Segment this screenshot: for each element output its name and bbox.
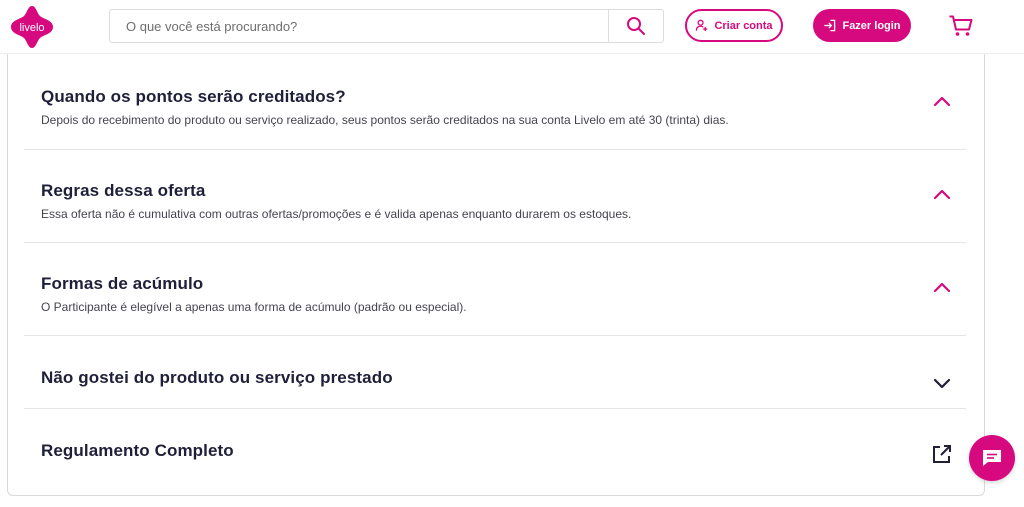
search-button[interactable] <box>608 10 663 42</box>
faq-item-regras-oferta[interactable]: Regras dessa oferta Essa oferta não é cu… <box>24 150 966 243</box>
create-account-label: Criar conta <box>714 19 773 32</box>
search-icon <box>627 17 645 35</box>
search-input[interactable] <box>110 10 608 42</box>
add-user-icon <box>696 19 708 32</box>
chat-icon <box>983 450 1001 466</box>
logo-text: livelo <box>19 22 44 34</box>
chat-button[interactable] <box>969 435 1015 481</box>
external-link-icon[interactable] <box>931 443 953 465</box>
faq-item-pontos-creditados[interactable]: Quando os pontos serão creditados? Depoi… <box>24 54 966 150</box>
faq-item-title: Formas de acúmulo <box>41 274 204 293</box>
faq-item-title: Regulamento Completo <box>41 441 234 460</box>
login-icon <box>824 19 836 32</box>
login-label: Fazer login <box>842 19 901 32</box>
faq-item-text: Depois do recebimento do produto ou serv… <box>41 113 729 127</box>
create-account-button[interactable]: Criar conta <box>685 9 783 42</box>
faq-item-formas-acumulo[interactable]: Formas de acúmulo O Participante é elegí… <box>24 243 966 336</box>
chevron-up-icon[interactable] <box>933 188 951 200</box>
search-bar <box>109 9 664 43</box>
faq-item-title: Quando os pontos serão creditados? <box>41 87 346 106</box>
cart-icon[interactable] <box>948 14 974 38</box>
faq-item-title: Regras dessa oferta <box>41 181 206 200</box>
faq-item-regulamento[interactable]: Regulamento Completo <box>24 409 966 487</box>
chevron-up-icon[interactable] <box>933 281 951 293</box>
faq-item-title: Não gostei do produto ou serviço prestad… <box>41 368 393 387</box>
login-button[interactable]: Fazer login <box>813 9 911 42</box>
top-header: livelo Criar conta Fazer login <box>0 0 1024 54</box>
livelo-logo[interactable]: livelo <box>9 4 55 50</box>
faq-item-text: O Participante é elegível a apenas uma f… <box>41 300 467 314</box>
chevron-up-icon[interactable] <box>933 95 951 107</box>
chevron-down-icon[interactable] <box>933 377 951 389</box>
faq-item-text: Essa oferta não é cumulativa com outras … <box>41 207 632 221</box>
faq-item-nao-gostei[interactable]: Não gostei do produto ou serviço prestad… <box>24 336 966 409</box>
